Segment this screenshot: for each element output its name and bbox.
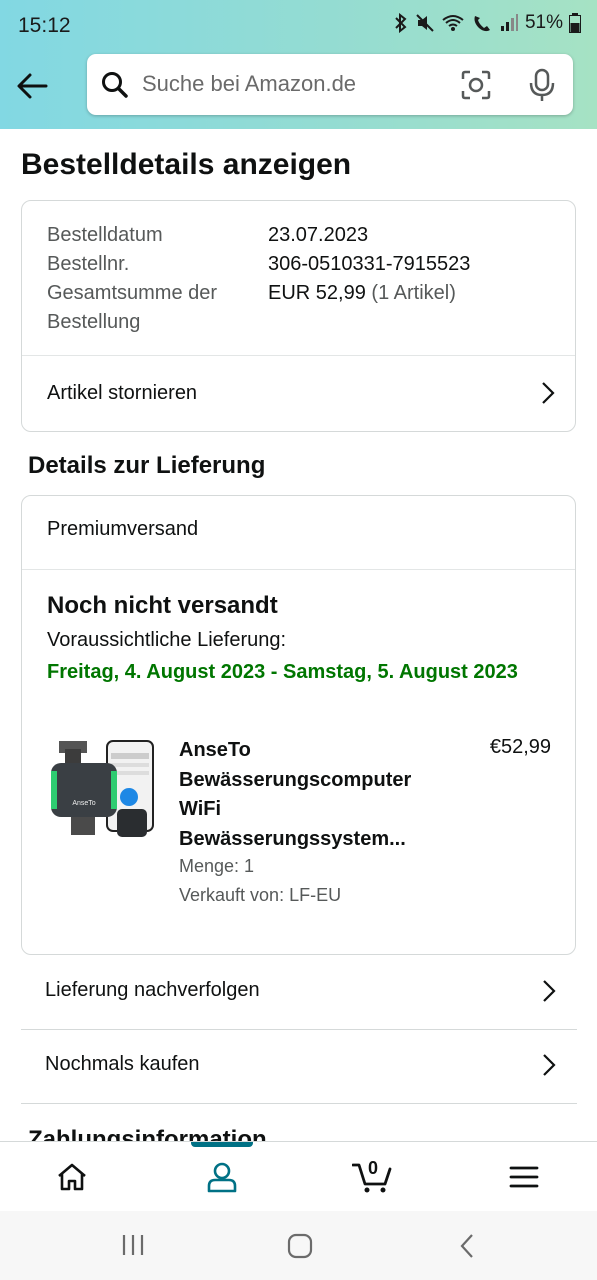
arrow-left-icon: [17, 73, 48, 99]
page-title: Bestelldetails anzeigen: [21, 148, 352, 181]
order-total-value: EUR 52,99 (1 Artikel): [268, 279, 456, 308]
divider: [21, 1103, 577, 1104]
order-total-amount: EUR 52,99: [268, 282, 366, 304]
buy-again-link[interactable]: Nochmals kaufen: [21, 1029, 576, 1103]
wifi-icon: [442, 15, 464, 31]
wifi-call-icon: [474, 16, 490, 32]
battery-icon: [569, 13, 581, 33]
product-title[interactable]: AnseTo Bewässerungscomputer WiFi Bewässe…: [179, 736, 439, 854]
order-date-label: Bestelldatum: [47, 224, 163, 246]
order-summary-card: Bestelldatum 23.07.2023 Bestellnr. 306-0…: [21, 200, 576, 432]
order-total-label-line2: Bestellung: [47, 311, 141, 333]
cart-count-badge: 0: [368, 1158, 379, 1178]
chevron-right-icon: [543, 980, 556, 1002]
shipment-status: Noch nicht versandt: [47, 592, 278, 619]
buy-again-label: Nochmals kaufen: [45, 1053, 200, 1075]
order-item-count: (1 Artikel): [371, 282, 456, 304]
microphone-icon[interactable]: [527, 68, 557, 102]
expected-delivery-label: Voraussichtliche Lieferung:: [47, 629, 287, 651]
product-quantity: Menge: 1: [179, 856, 255, 876]
product-image[interactable]: AnseTo: [47, 739, 155, 843]
delivery-card: Premiumversand Noch nicht versandt Vorau…: [21, 495, 576, 955]
recent-apps-icon[interactable]: [120, 1233, 146, 1257]
battery-percent: 51%: [524, 12, 563, 33]
order-number-label: Bestellnr.: [47, 253, 130, 275]
nav-account[interactable]: [182, 1142, 262, 1212]
delivery-section-title: Details zur Lieferung: [28, 452, 266, 479]
search-bar[interactable]: [87, 54, 573, 115]
mute-icon: [416, 14, 434, 32]
cancel-items-label: Artikel stornieren: [47, 381, 198, 404]
product-price: €52,99: [489, 736, 551, 758]
product-seller: Verkauft von: LF-EU: [179, 885, 342, 905]
account-icon: [207, 1162, 237, 1193]
chevron-right-icon: [542, 382, 555, 404]
bottom-navigation: 0: [0, 1141, 597, 1212]
order-date-value: 23.07.2023: [268, 224, 369, 246]
home-button-icon[interactable]: [287, 1233, 313, 1259]
signal-icon: [500, 14, 518, 31]
search-icon: [102, 72, 128, 98]
back-nav-icon[interactable]: [458, 1233, 476, 1259]
order-total-label-line1: Gesamtsumme der: [47, 282, 218, 304]
status-time: 15:12: [18, 14, 71, 37]
camera-lens-icon[interactable]: [461, 70, 491, 100]
track-delivery-link[interactable]: Lieferung nachverfolgen: [21, 955, 576, 1029]
divider: [22, 569, 575, 570]
nav-menu[interactable]: [484, 1142, 564, 1212]
back-button[interactable]: [14, 68, 50, 104]
cancel-items-link[interactable]: Artikel stornieren: [22, 356, 575, 430]
track-delivery-label: Lieferung nachverfolgen: [45, 979, 260, 1001]
system-navigation-bar: [0, 1211, 597, 1280]
menu-icon: [509, 1166, 539, 1188]
nav-home[interactable]: [32, 1142, 112, 1212]
expected-delivery-date: Freitag, 4. August 2023 - Samstag, 5. Au…: [47, 661, 518, 683]
chevron-right-icon: [543, 1054, 556, 1076]
status-icons: 51%: [393, 12, 581, 34]
home-icon: [58, 1163, 86, 1191]
order-number-value: 306-0510331-7915523: [268, 253, 471, 275]
product-brand-label: AnseTo: [72, 800, 95, 807]
header-bar: 15:12 51%: [0, 0, 597, 129]
bluetooth-icon: [395, 13, 407, 33]
shipping-type: Premiumversand: [47, 518, 199, 540]
search-input[interactable]: [142, 66, 442, 102]
